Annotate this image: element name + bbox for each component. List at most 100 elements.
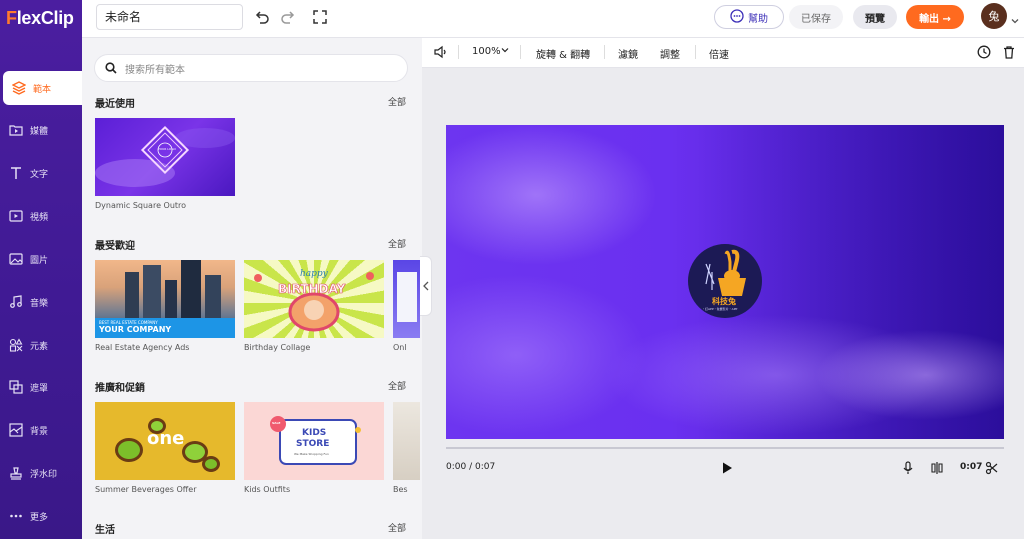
nav-item-elements[interactable]: 元素 <box>0 328 82 362</box>
undo-icon[interactable] <box>254 9 270 25</box>
video-canvas[interactable]: 科技兔 ・訂APP・免費影片・APP <box>446 125 1004 439</box>
nav-label: 圖片 <box>30 255 49 266</box>
template-thumb-real-estate[interactable]: BEST REAL ESTATE COMPANY YOUR COMPANY <box>95 260 235 338</box>
chevron-left-icon <box>422 281 428 291</box>
template-thumb-dynamic-square-outro[interactable]: YOUR LOGO <box>95 118 235 196</box>
nav-item-image[interactable]: 圖片 <box>0 242 82 276</box>
preview-button[interactable]: 預覽 <box>853 5 897 29</box>
nav-label: 視頻 <box>30 212 49 223</box>
see-all-link[interactable]: 全部 <box>388 95 406 108</box>
more-icon <box>9 509 23 523</box>
nav-item-templates[interactable]: 範本 <box>3 71 82 105</box>
happy-text: happy <box>300 269 328 279</box>
left-nav: FlexClip 範本 媒體 文字 視頻 圖片 音樂 元素 遮罩 背景 浮水印 … <box>0 0 82 539</box>
toolbar-divider <box>695 45 696 59</box>
nav-item-music[interactable]: 音樂 <box>0 285 82 319</box>
one-text: one <box>147 428 185 449</box>
flexclip-logo[interactable]: FlexClip <box>6 8 74 29</box>
adjust-button[interactable]: 調整 <box>660 46 680 61</box>
microphone-icon[interactable] <box>900 460 916 476</box>
time-end: 0:07 <box>960 462 983 472</box>
birthday-text: BIRTHDAY <box>278 282 346 297</box>
editor-area: 100% 旋轉 & 翻轉 濾鏡 調整 倍速 科技兔 ・訂APP・免費影片・APP… <box>422 38 1024 539</box>
nav-item-media[interactable]: 媒體 <box>0 113 82 147</box>
template-caption: Dynamic Square Outro <box>95 201 187 210</box>
see-all-link[interactable]: 全部 <box>388 379 406 392</box>
redo-icon[interactable] <box>280 9 296 25</box>
search-icon <box>105 62 117 74</box>
volume-icon[interactable] <box>434 45 448 62</box>
flexclip-editor: FlexClip 範本 媒體 文字 視頻 圖片 音樂 元素 遮罩 背景 浮水印 … <box>0 0 1024 539</box>
nav-label: 背景 <box>30 426 49 437</box>
template-thumb-kids-outfits[interactable]: SALE KIDS STORE We Make Shopping Fun <box>244 402 384 480</box>
template-caption: Onl <box>393 343 407 352</box>
clock-icon[interactable] <box>977 45 991 62</box>
chat-help-icon <box>730 8 744 26</box>
editor-toolbar: 100% 旋轉 & 翻轉 濾鏡 調整 倍速 <box>422 38 1024 68</box>
your-company-text: YOUR COMPANY <box>99 325 172 334</box>
mask-icon <box>9 380 23 394</box>
see-all-link[interactable]: 全部 <box>388 521 406 534</box>
playback-progress-track[interactable] <box>446 447 1004 449</box>
chevron-down-icon[interactable] <box>1010 11 1020 24</box>
collapse-panel-button[interactable] <box>420 256 432 316</box>
elements-icon <box>9 338 23 352</box>
template-thumb-summer-beverages[interactable]: one <box>95 402 235 480</box>
nav-item-mask[interactable]: 遮罩 <box>0 370 82 404</box>
section-title-recent: 最近使用 <box>95 99 135 110</box>
search-placeholder: 搜索所有範本 <box>125 64 185 76</box>
sale-text: SALE <box>272 421 281 425</box>
nav-label: 元素 <box>30 341 49 352</box>
nav-item-background[interactable]: 背景 <box>0 413 82 447</box>
nav-item-more[interactable]: 更多 <box>0 499 82 533</box>
zoom-select[interactable]: 100% <box>472 46 509 57</box>
nav-label: 遮罩 <box>30 383 49 394</box>
rotate-flip-button[interactable]: 旋轉 & 翻轉 <box>536 46 590 61</box>
nav-label: 更多 <box>30 512 49 523</box>
toolbar-divider <box>458 45 459 59</box>
play-button[interactable] <box>719 460 735 476</box>
scissors-icon[interactable] <box>984 460 1000 476</box>
section-title-popular: 最受歡迎 <box>95 241 135 252</box>
video-icon <box>9 209 23 223</box>
template-caption: Real Estate Agency Ads <box>95 343 190 352</box>
help-label: 幫助 <box>748 13 768 25</box>
templates-panel: 搜索所有範本 最近使用 全部 YOUR LOGO Dynamic Square … <box>82 38 420 539</box>
folder-icon <box>9 123 23 137</box>
nav-label: 範本 <box>33 84 52 95</box>
top-bar: 未命名 幫助 已保存 預覽 輸出 → 兔 <box>82 0 1024 38</box>
music-icon <box>9 295 23 309</box>
trash-icon[interactable] <box>1002 45 1016 62</box>
nav-item-video[interactable]: 視頻 <box>0 199 82 233</box>
fullscreen-icon[interactable] <box>312 9 328 25</box>
avatar[interactable]: 兔 <box>981 3 1007 29</box>
layers-icon <box>12 81 26 95</box>
help-button[interactable]: 幫助 <box>714 5 784 29</box>
toolbar-divider <box>604 45 605 59</box>
watermark-icon <box>9 466 23 480</box>
store-text: STORE <box>296 439 330 449</box>
template-caption: Summer Beverages Offer <box>95 485 197 494</box>
section-title-life: 生活 <box>95 525 115 536</box>
project-title-input[interactable]: 未命名 <box>96 4 243 30</box>
filter-button[interactable]: 濾鏡 <box>618 46 638 61</box>
watermark-subtitle: ・訂APP・免費影片・APP <box>702 307 738 311</box>
template-thumb-best[interactable] <box>393 402 420 480</box>
nav-label: 浮水印 <box>30 469 58 480</box>
time-current: 0:00 / 0:07 <box>446 462 496 472</box>
text-icon <box>9 166 23 180</box>
template-thumb-birthday-collage[interactable]: happy BIRTHDAY <box>244 260 384 338</box>
nav-item-watermark[interactable]: 浮水印 <box>0 456 82 490</box>
nav-label: 媒體 <box>30 126 49 137</box>
nav-item-text[interactable]: 文字 <box>0 156 82 190</box>
template-caption: Birthday Collage <box>244 343 311 352</box>
image-icon <box>9 252 23 266</box>
template-search-input[interactable]: 搜索所有範本 <box>94 54 408 82</box>
see-all-link[interactable]: 全部 <box>388 237 406 250</box>
export-button[interactable]: 輸出 → <box>906 5 964 29</box>
your-logo-text: YOUR LOGO <box>158 147 176 151</box>
speed-button[interactable]: 倍速 <box>709 46 729 61</box>
template-thumb-online[interactable] <box>393 260 420 338</box>
split-icon[interactable] <box>929 460 945 476</box>
play-icon <box>723 462 732 474</box>
